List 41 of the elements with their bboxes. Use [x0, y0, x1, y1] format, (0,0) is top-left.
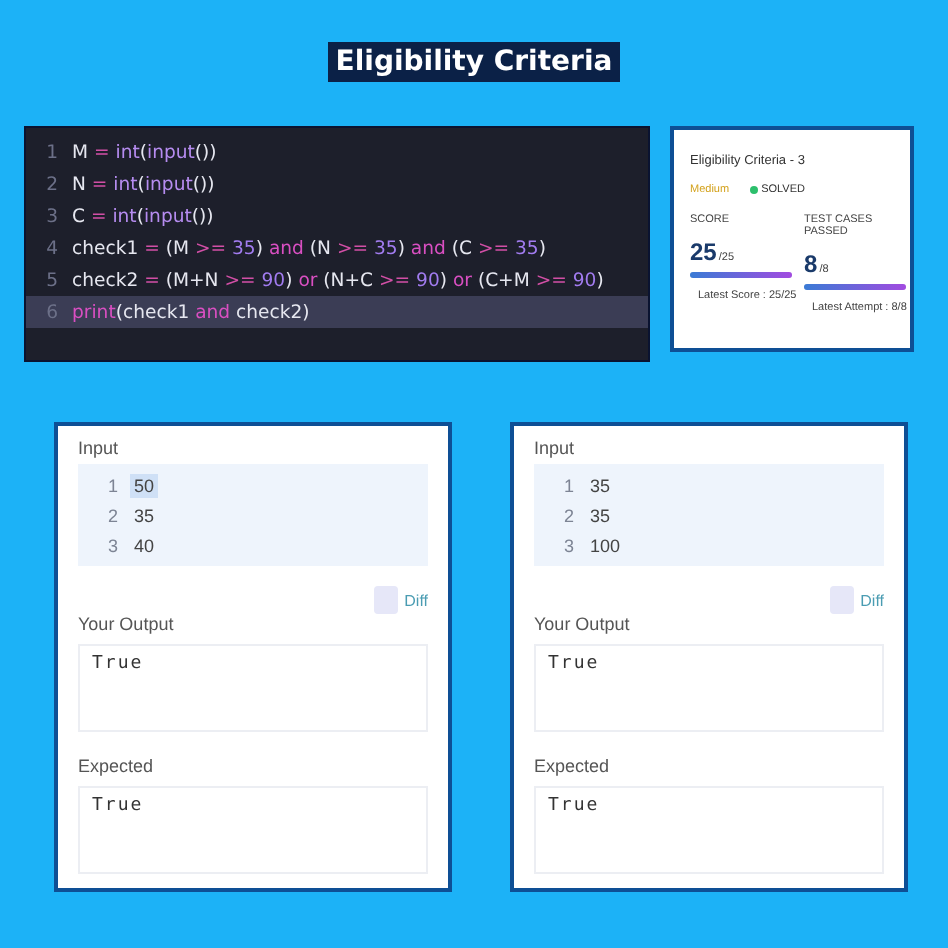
code-line: M = int(input())	[72, 141, 217, 163]
line-number: 2	[44, 173, 60, 195]
line-number: 3	[44, 205, 60, 227]
code-line: print(check1 and check2)	[72, 301, 310, 323]
expected-box: True	[534, 786, 884, 874]
page-heading: Eligibility Criteria	[327, 42, 621, 82]
diff-label: Diff	[860, 591, 884, 609]
input-value: 35	[132, 503, 157, 527]
line-number: 5	[44, 269, 60, 291]
output-label: Your Output	[534, 614, 632, 634]
status-dot-icon	[749, 186, 758, 194]
input-value: 40	[132, 533, 157, 557]
output-box: True	[534, 644, 884, 732]
input-label: Input	[534, 438, 577, 458]
input-label: Input	[78, 438, 121, 458]
line-number: 1	[105, 475, 120, 495]
code-line: C = int(input())	[72, 205, 214, 227]
code-line: check1 = (M >= 35) and (N >= 35) and (C >= 35)	[72, 237, 546, 259]
line-number: 2	[105, 505, 120, 525]
expected-label: Expected	[78, 756, 156, 776]
output-label: Your Output	[78, 614, 176, 634]
expected-box: True	[78, 786, 428, 874]
line-number: 2	[561, 505, 576, 525]
code-line: check2 = (M+N >= 90) or (N+C >= 90) or (C+M >= 90)	[72, 269, 604, 291]
input-value: 50	[130, 473, 159, 497]
expected-label: Expected	[534, 756, 612, 776]
input-value: 35	[588, 473, 613, 497]
line-number: 1	[561, 475, 576, 495]
stat-value: 8	[804, 250, 818, 278]
input-value: 35	[588, 503, 613, 527]
stat-value: 25	[690, 238, 717, 266]
line-number: 3	[561, 535, 576, 555]
line-number: 1	[44, 141, 60, 163]
diff-checkbox[interactable]	[374, 586, 399, 614]
input-value: 100	[588, 533, 623, 557]
code-line: N = int(input())	[72, 173, 215, 195]
output-box: True	[78, 644, 428, 732]
line-number: 4	[44, 237, 60, 259]
diff-checkbox[interactable]	[830, 586, 855, 614]
line-number: 3	[105, 535, 120, 555]
diff-label: Diff	[404, 591, 428, 609]
